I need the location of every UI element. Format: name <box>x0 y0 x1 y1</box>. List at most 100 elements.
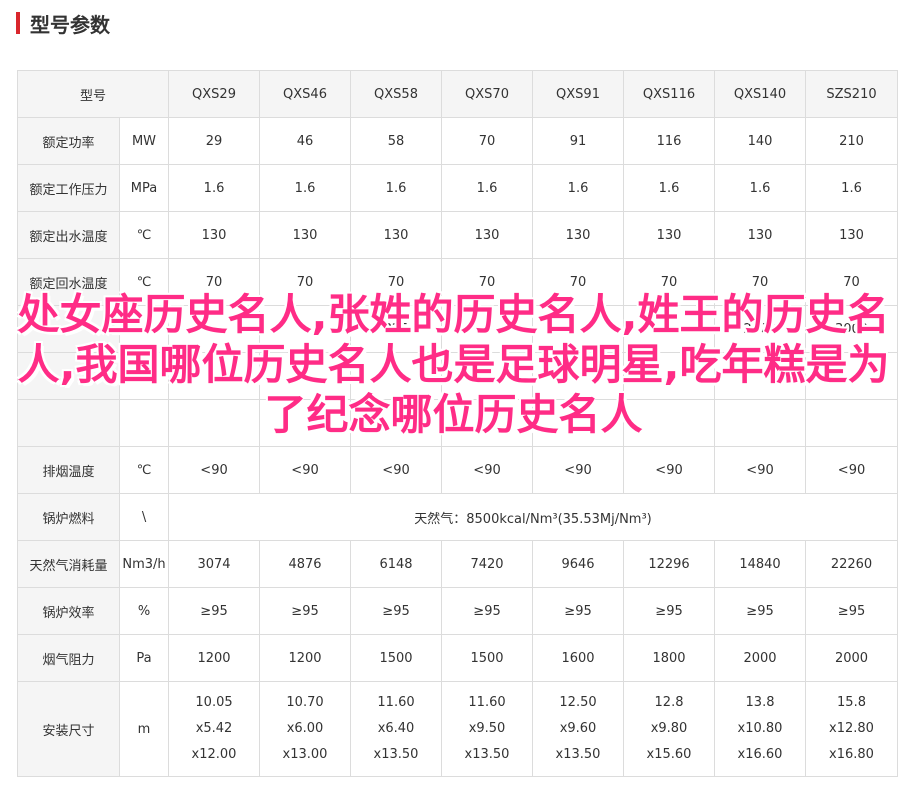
value-cell: 3074 <box>168 540 261 588</box>
value-cell: <90 <box>714 446 807 494</box>
row-unit-cell: MW <box>118 117 170 165</box>
value-cell: 1.6 <box>714 164 807 212</box>
table-row: 额定出水温度 ℃ 130 130 130 130 130 130 130 130 <box>17 211 899 259</box>
accent-bar <box>16 12 20 34</box>
value-cell: 1.6 <box>350 164 443 212</box>
size-line: x13.50 <box>555 747 601 762</box>
value-cell: 130 <box>441 211 534 259</box>
value-cell: 130 <box>623 211 716 259</box>
table-row: 天然气消耗量 Nm3/h 3074 4876 6148 7420 9646 12296 1484… <box>17 540 899 588</box>
row-unit-cell: Nm3/h <box>118 540 170 588</box>
value-cell: 1.6 <box>441 164 534 212</box>
value-cell: <90 <box>259 446 352 494</box>
value-cell: 1200 <box>168 634 261 682</box>
value-cell: ≥95 <box>259 587 352 635</box>
value-cell: 7420 <box>441 540 534 588</box>
row-label-cell: 锅炉效率 <box>17 587 120 635</box>
size-line: 12.8 <box>654 695 684 710</box>
model-header-cell: SZS210 <box>805 70 899 118</box>
model-header-cell: QXS58 <box>350 70 443 118</box>
row-unit-cell: ℃ <box>118 211 170 259</box>
model-header-cell: QXS46 <box>259 70 352 118</box>
value-cell: 130 <box>805 211 899 259</box>
row-label-cell: 安装尺寸 <box>17 681 120 777</box>
row-label-cell: 天然气消耗量 <box>17 540 120 588</box>
model-header-cell: QXS70 <box>441 70 534 118</box>
value-cell: 1600 <box>532 634 625 682</box>
model-label-cell: 型号 <box>16 70 170 118</box>
table-row: 排烟温度 ℃ <90 <90 <90 <90 <90 <90 <90 <90 <box>17 446 899 494</box>
row-label-cell: 额定功率 <box>17 117 120 165</box>
value-cell: 1500 <box>441 634 534 682</box>
size-line: x10.80 <box>737 721 783 736</box>
value-cell: 1.6 <box>623 164 716 212</box>
size-value-cell: 15.8 x12.80 x16.80 <box>805 681 899 777</box>
table-row: 锅炉燃料 \ 天然气：8500kcal/Nm³(35.53Mj/Nm³) <box>17 493 899 541</box>
value-cell: <90 <box>168 446 261 494</box>
value-cell: 1500 <box>350 634 443 682</box>
value-cell: 130 <box>714 211 807 259</box>
size-line: 12.50 <box>559 695 597 710</box>
section-title: 型号参数 <box>30 12 110 37</box>
row-label-cell: 额定工作压力 <box>17 164 120 212</box>
value-cell: ≥95 <box>805 587 899 635</box>
value-cell: 70 <box>441 117 534 165</box>
value-cell: 29 <box>168 117 261 165</box>
size-line: x5.42 <box>195 721 233 736</box>
value-cell: 22260 <box>805 540 899 588</box>
size-line: 11.60 <box>377 695 415 710</box>
table-header-row: 型号 QXS29 QXS46 QXS58 QXS70 QXS91 QXS116 QXS140 S… <box>16 70 899 118</box>
row-unit-cell: ℃ <box>118 446 170 494</box>
overlay-caption: 处女座历史名人,张姓的历史名人,姓王的历史名人,我国哪位历史名人也是足球明星,吃… <box>17 290 890 439</box>
row-label-cell: 排烟温度 <box>17 446 120 494</box>
value-cell: 1.6 <box>259 164 352 212</box>
size-line: 10.70 <box>286 695 324 710</box>
value-cell: 6148 <box>350 540 443 588</box>
table-row: 烟气阻力 Pa 1200 1200 1500 1500 1600 1800 2000 2000 <box>17 634 899 682</box>
size-value-cell: 12.8 x9.80 x15.60 <box>623 681 716 777</box>
size-line: x12.80 <box>829 721 874 736</box>
value-cell: 46 <box>259 117 352 165</box>
row-unit-cell: m <box>118 681 170 777</box>
size-line: x6.40 <box>377 721 415 736</box>
value-cell: <90 <box>441 446 534 494</box>
size-line: 13.8 <box>745 695 775 710</box>
value-cell: <90 <box>623 446 716 494</box>
value-cell: <90 <box>805 446 899 494</box>
size-line: 10.05 <box>195 695 233 710</box>
value-cell: 130 <box>259 211 352 259</box>
model-header-cell: QXS116 <box>623 70 716 118</box>
value-cell: 4876 <box>259 540 352 588</box>
fuel-value-cell: 天然气：8500kcal/Nm³(35.53Mj/Nm³) <box>168 493 899 541</box>
value-cell: 1.6 <box>168 164 261 212</box>
size-line: x13.00 <box>282 747 328 762</box>
row-label-cell: 烟气阻力 <box>17 634 120 682</box>
value-cell: ≥95 <box>714 587 807 635</box>
row-label-cell: 锅炉燃料 <box>17 493 120 541</box>
value-cell: 2000 <box>805 634 899 682</box>
value-cell: 12296 <box>623 540 716 588</box>
value-cell: ≥95 <box>532 587 625 635</box>
value-cell: 14840 <box>714 540 807 588</box>
size-value-cell: 11.60 x9.50 x13.50 <box>441 681 534 777</box>
size-line: x9.50 <box>468 721 506 736</box>
row-label-cell: 额定出水温度 <box>17 211 120 259</box>
value-cell: 210 <box>805 117 899 165</box>
section-header: 型号参数 <box>16 10 110 37</box>
size-value-cell: 12.50 x9.60 x13.50 <box>532 681 625 777</box>
size-line: x15.60 <box>646 747 692 762</box>
size-line: x13.50 <box>464 747 510 762</box>
value-cell: 1800 <box>623 634 716 682</box>
value-cell: 1.6 <box>805 164 899 212</box>
value-cell: 9646 <box>532 540 625 588</box>
size-value-cell: 11.60 x6.40 x13.50 <box>350 681 443 777</box>
size-line: x9.60 <box>559 721 597 736</box>
table-row: 额定功率 MW 29 46 58 70 91 116 140 210 <box>17 117 899 165</box>
size-line: 11.60 <box>468 695 506 710</box>
row-unit-cell: \ <box>118 493 170 541</box>
value-cell: 116 <box>623 117 716 165</box>
row-unit-cell: MPa <box>118 164 170 212</box>
size-line: x16.80 <box>829 747 874 762</box>
value-cell: 91 <box>532 117 625 165</box>
table-row: 额定工作压力 MPa 1.6 1.6 1.6 1.6 1.6 1.6 1.6 1.6 <box>17 164 899 212</box>
